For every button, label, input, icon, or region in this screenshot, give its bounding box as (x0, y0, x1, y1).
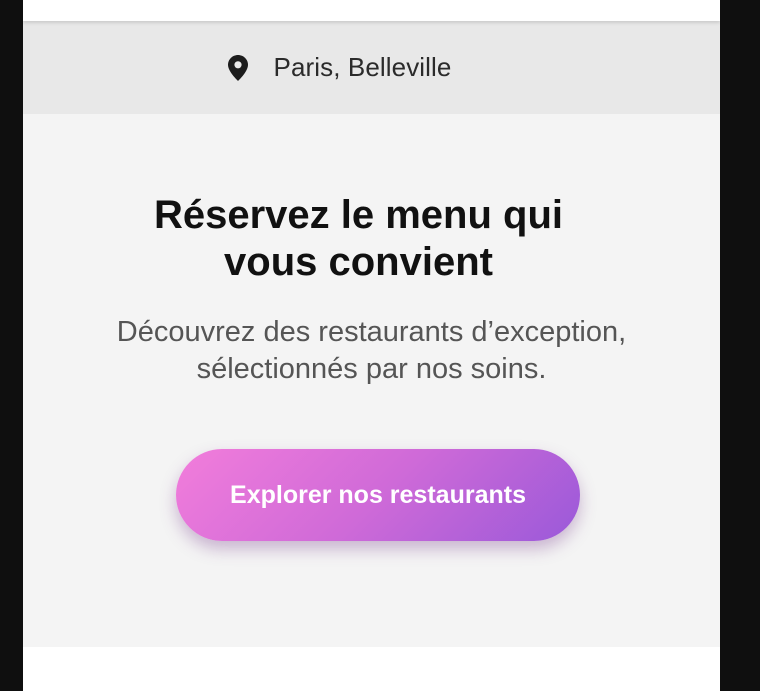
location-selector[interactable]: Paris, Belleville (227, 52, 452, 83)
hero-subtitle: Découvrez des restaurants d’exception, s… (116, 316, 627, 385)
location-pin-icon (227, 54, 248, 81)
location-label: Paris, Belleville (273, 52, 452, 82)
app-screen: Paris, Belleville Réservez le menu qui v… (23, 0, 720, 691)
hero-title: Réservez le menu qui vous convient (153, 193, 564, 284)
location-bar[interactable]: Paris, Belleville (23, 21, 720, 114)
top-app-bar (23, 0, 720, 21)
explore-restaurants-button[interactable]: Explorer nos restaurants (176, 449, 580, 541)
hero-section: Réservez le menu qui vous convient Décou… (23, 114, 720, 647)
content-below (23, 647, 720, 691)
